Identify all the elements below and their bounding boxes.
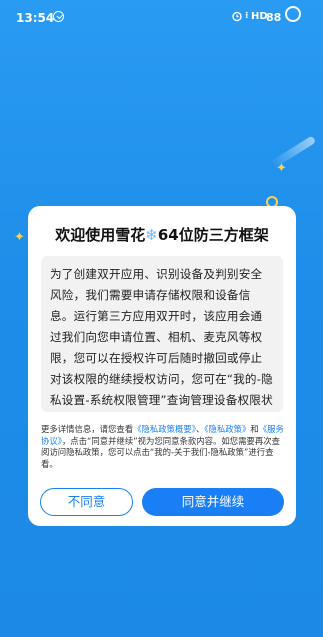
dialog-title: 欢迎使用雪花❄64位防三方框架: [28, 224, 296, 245]
status-time: 13:54: [16, 11, 55, 25]
fine-print-text: 和: [250, 424, 259, 434]
snowflake-icon: ❄: [145, 226, 158, 244]
fine-print-text: 更多详情信息，请您查看: [41, 424, 134, 434]
title-suffix: 64位防三方框架: [157, 226, 269, 244]
agree-continue-button[interactable]: 同意并继续: [142, 488, 284, 516]
permission-notice-text: 为了创建双开应用、识别设备及判别安全风险，我们需要申请存储权限和设备信息。运行第…: [50, 267, 273, 407]
alarm-icon: [232, 11, 242, 22]
battery-ring-icon: [285, 6, 301, 22]
privacy-summary-link[interactable]: 《隐私政策概要》: [133, 424, 196, 434]
permission-notice-scroll[interactable]: 为了创建双开应用、识别设备及判别安全风险，我们需要申请存储权限和设备信息。运行第…: [41, 256, 283, 412]
fine-print-text: ，点击“同意并继续”视为您同意条款内容。如您需要再次查阅访问隐私政策，您可以点击…: [41, 435, 280, 469]
wifi-icon: ⁝: [245, 11, 249, 21]
status-bar: 13:54 ⁝ HD 88: [0, 0, 323, 36]
star-icon: ✦: [276, 161, 287, 176]
battery-level: 88: [266, 11, 282, 24]
star-icon: ✦: [14, 230, 25, 245]
disagree-button[interactable]: 不同意: [40, 488, 133, 516]
privacy-policy-link[interactable]: 《隐私政策》: [204, 424, 250, 434]
policy-fine-print: 更多详情信息，请您查看《隐私政策概要》、《隐私政策》和《服务协议》，点击“同意并…: [41, 424, 285, 470]
title-prefix: 欢迎使用雪花: [55, 226, 146, 244]
check-circle-icon: [53, 11, 64, 22]
privacy-dialog: 欢迎使用雪花❄64位防三方框架 为了创建双开应用、识别设备及判别安全风险，我们需…: [28, 206, 296, 526]
